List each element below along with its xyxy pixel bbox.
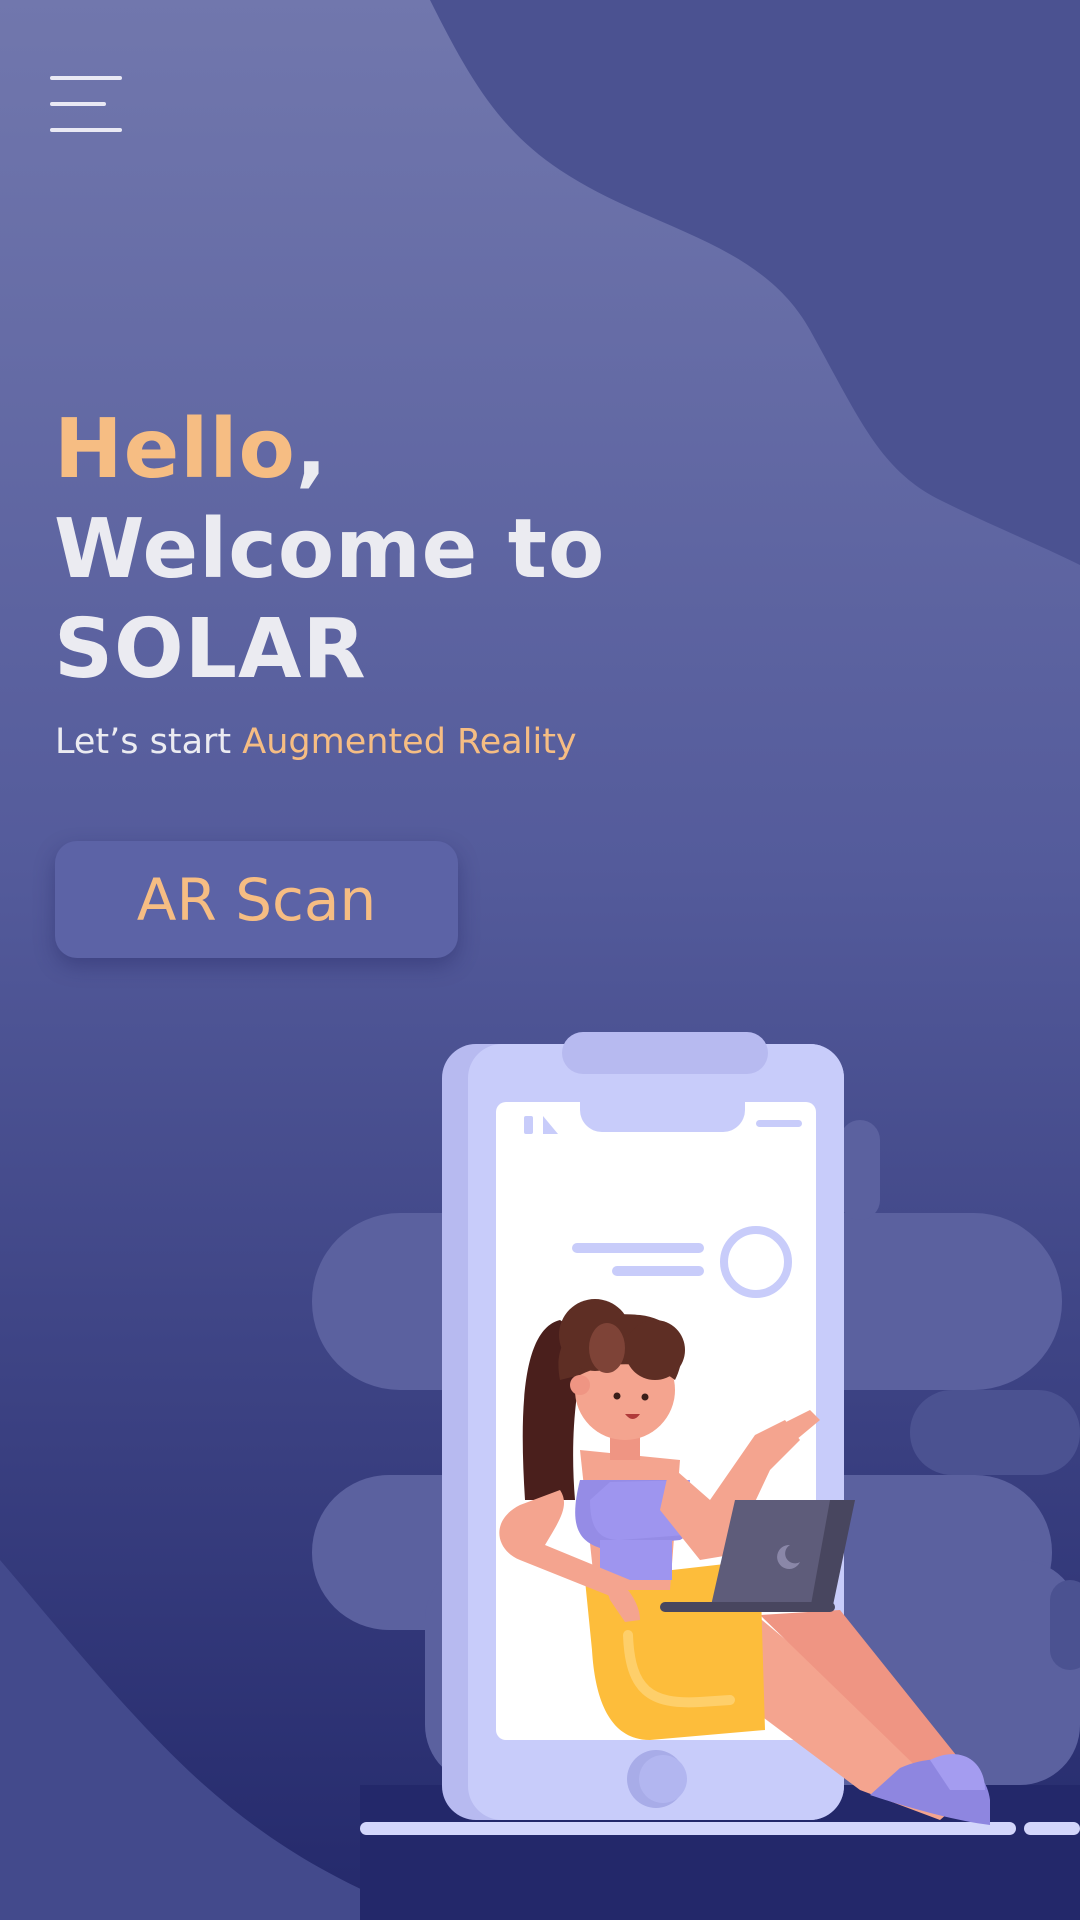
girl-with-laptop-in-phone-illustration — [360, 1032, 1080, 1835]
